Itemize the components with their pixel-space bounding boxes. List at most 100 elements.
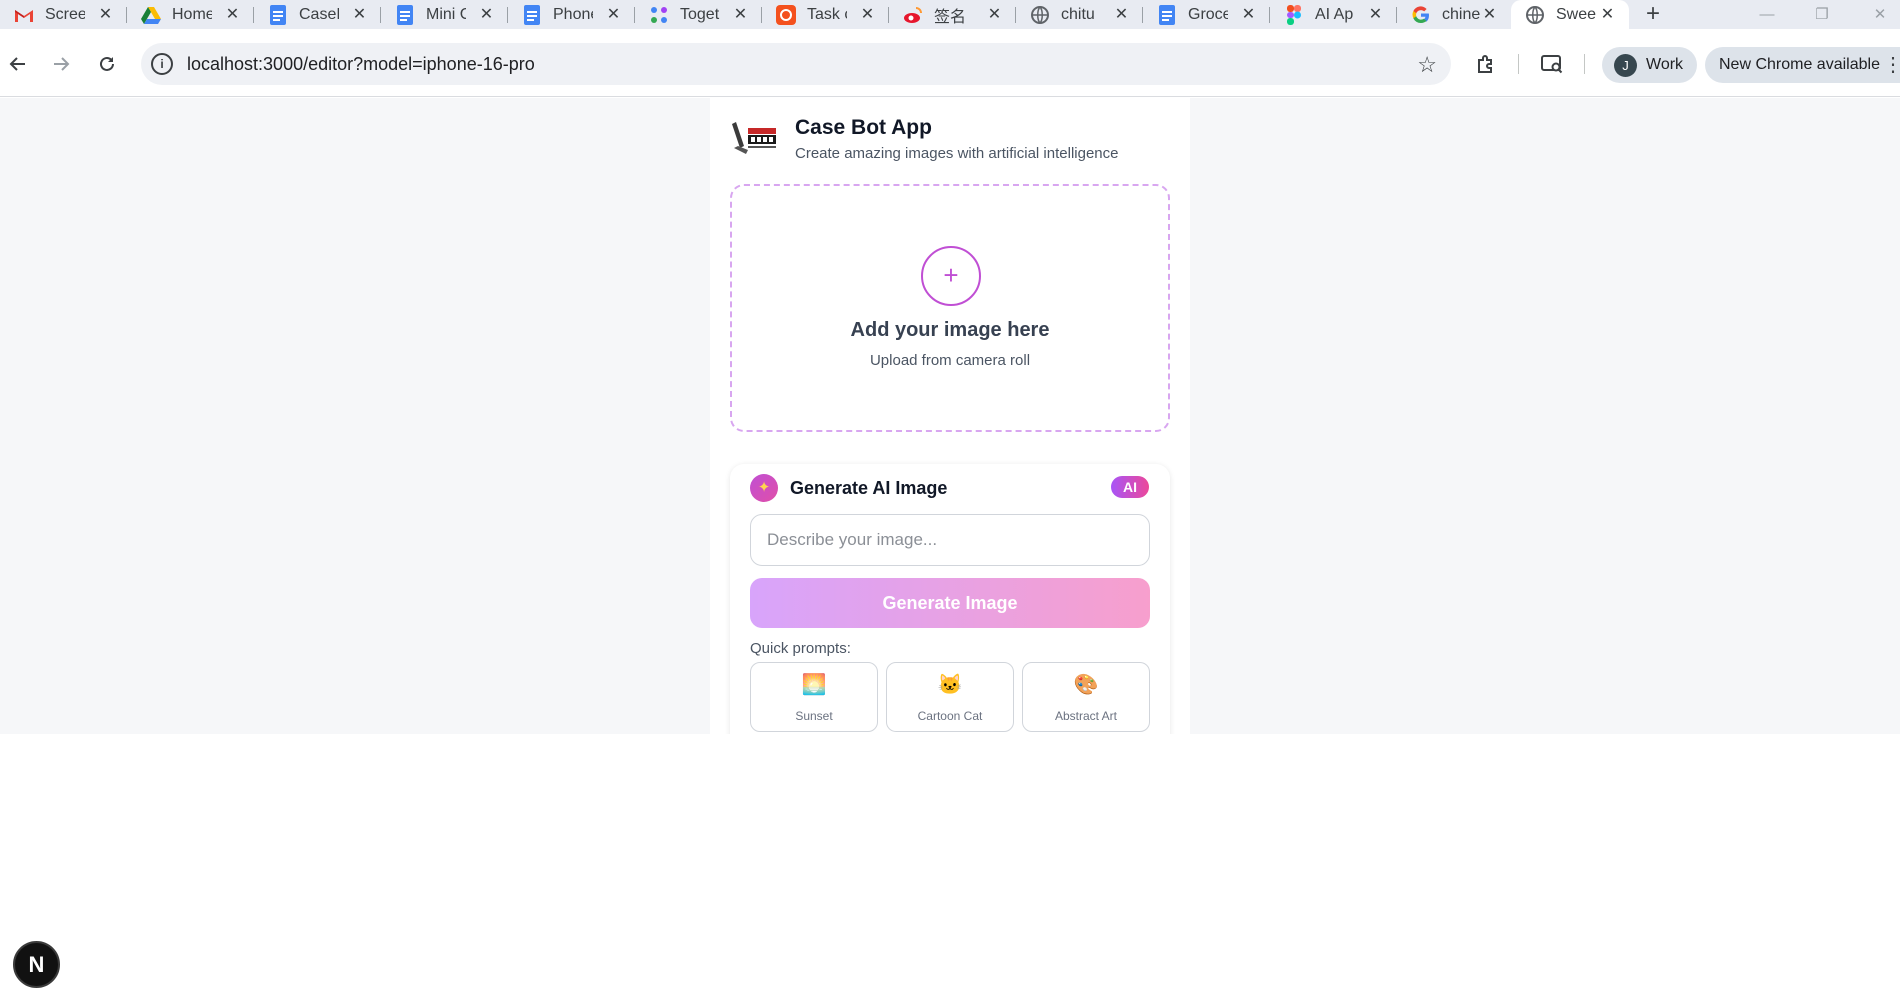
quick-prompt-sunset[interactable]: 🌅 Sunset bbox=[750, 662, 878, 732]
tab-close-icon[interactable]: ✕ bbox=[731, 5, 750, 24]
forward-arrow-icon bbox=[54, 57, 70, 71]
browser-tab-active[interactable]: Swee ✕ bbox=[1511, 0, 1629, 29]
restore-button[interactable]: ❐ bbox=[1802, 3, 1842, 27]
back-arrow-icon bbox=[9, 57, 25, 71]
more-menu-icon[interactable]: ⋮ bbox=[1883, 53, 1900, 77]
update-label: New Chrome available bbox=[1719, 56, 1880, 73]
tab-title: AI Ap bbox=[1315, 5, 1354, 23]
quick-prompt-cartoon-cat[interactable]: 🐱 Cartoon Cat bbox=[886, 662, 1014, 732]
profile-label: Work bbox=[1646, 56, 1684, 73]
toolbar-separator bbox=[1518, 54, 1519, 74]
robot-logo bbox=[730, 118, 778, 158]
url-text[interactable]: localhost:3000/editor?model=iphone-16-pr… bbox=[187, 54, 535, 75]
tab-close-icon[interactable]: ✕ bbox=[96, 5, 115, 24]
weibo-icon bbox=[903, 5, 923, 25]
avatar: J bbox=[1614, 54, 1637, 77]
google-docs-icon bbox=[268, 4, 288, 25]
google-icon bbox=[1411, 5, 1431, 25]
tab-title: Groce bbox=[1188, 5, 1228, 23]
ai-badge: AI bbox=[1111, 476, 1149, 498]
tab-close-icon[interactable]: ✕ bbox=[1366, 5, 1385, 24]
nextjs-dev-indicator[interactable]: N bbox=[13, 941, 60, 988]
chrome-update-button[interactable]: New Chrome available ⋮ bbox=[1705, 47, 1900, 83]
browser-tab[interactable]: Phone ✕ bbox=[508, 0, 635, 29]
upload-title: Add your image here bbox=[850, 319, 1050, 341]
google-docs-icon bbox=[1157, 4, 1177, 25]
prompt-input[interactable] bbox=[750, 514, 1150, 566]
browser-tab[interactable]: Groce ✕ bbox=[1143, 0, 1270, 29]
cat-icon: 🐱 bbox=[937, 674, 963, 696]
tab-title: Mini C bbox=[426, 5, 466, 23]
google-docs-icon bbox=[522, 4, 542, 25]
profile-button[interactable]: J Work bbox=[1602, 47, 1697, 83]
quick-prompt-abstract-art[interactable]: 🎨 Abstract Art bbox=[1022, 662, 1150, 732]
browser-tab[interactable]: Task c ✕ bbox=[762, 0, 889, 29]
globe-icon bbox=[1525, 5, 1545, 25]
tab-close-icon[interactable]: ✕ bbox=[1480, 5, 1499, 24]
tab-close-icon[interactable]: ✕ bbox=[1598, 5, 1617, 24]
bookmark-star-icon[interactable]: ☆ bbox=[1417, 52, 1437, 78]
quick-prompt-label: Abstract Art bbox=[1054, 709, 1118, 723]
tab-close-icon[interactable]: ✕ bbox=[985, 5, 1004, 24]
tab-close-icon[interactable]: ✕ bbox=[1239, 5, 1258, 24]
palette-icon: 🎨 bbox=[1073, 674, 1099, 696]
extensions-icon[interactable] bbox=[1472, 50, 1500, 78]
address-bar[interactable]: i localhost:3000/editor?model=iphone-16-… bbox=[141, 43, 1451, 85]
tab-close-icon[interactable]: ✕ bbox=[1112, 5, 1131, 24]
google-drive-icon bbox=[141, 5, 161, 25]
generate-ai-card: ✦ Generate AI Image AI Generate Image Qu… bbox=[730, 464, 1170, 734]
app-subtitle: Create amazing images with artificial in… bbox=[795, 145, 1119, 162]
toolbar-separator bbox=[1584, 54, 1585, 74]
orange-app-icon bbox=[776, 4, 796, 25]
tab-strip: Screen ✕ Home ✕ CaseBot ✕ Mini C ✕ Phone… bbox=[0, 0, 1900, 29]
upload-subtitle: Upload from camera roll bbox=[869, 352, 1031, 369]
browser-tab[interactable]: AI Ap ✕ bbox=[1270, 0, 1397, 29]
tab-title: Swee bbox=[1556, 5, 1596, 23]
gmail-icon bbox=[14, 5, 34, 25]
figma-icon bbox=[1284, 4, 1304, 25]
browser-toolbar: i localhost:3000/editor?model=iphone-16-… bbox=[0, 29, 1900, 97]
tab-title: Task c bbox=[807, 5, 847, 23]
forward-button[interactable] bbox=[46, 49, 76, 79]
browser-tab[interactable]: 签名 ✕ bbox=[889, 0, 1016, 29]
sunset-icon: 🌅 bbox=[801, 674, 827, 696]
tab-title: chine bbox=[1442, 5, 1481, 23]
page-viewport: Case Bot App Create amazing images with … bbox=[0, 98, 1900, 734]
blank-area bbox=[0, 734, 1900, 998]
generate-image-button[interactable]: Generate Image bbox=[750, 578, 1150, 628]
app-title: Case Bot App bbox=[795, 116, 932, 139]
sparkle-icon: ✦ bbox=[750, 474, 778, 502]
tab-title: chitu bbox=[1061, 5, 1095, 23]
google-docs-icon bbox=[395, 4, 415, 25]
tab-close-icon[interactable]: ✕ bbox=[858, 5, 877, 24]
browser-tab[interactable]: Home ✕ bbox=[127, 0, 254, 29]
quick-prompts-label: Quick prompts: bbox=[750, 640, 851, 657]
close-window-button[interactable]: ✕ bbox=[1860, 3, 1900, 27]
back-button[interactable] bbox=[3, 49, 33, 79]
site-info-icon[interactable]: i bbox=[151, 53, 173, 75]
new-tab-button[interactable]: + bbox=[1640, 2, 1666, 28]
quick-prompt-label: Sunset bbox=[795, 709, 833, 723]
cast-search-icon[interactable] bbox=[1538, 50, 1566, 78]
app-container: Case Bot App Create amazing images with … bbox=[710, 98, 1190, 734]
generate-title: Generate AI Image bbox=[790, 478, 948, 498]
browser-tab[interactable]: Together ✕ bbox=[635, 0, 762, 29]
browser-tab[interactable]: chine ✕ bbox=[1397, 0, 1511, 29]
minimize-button[interactable]: — bbox=[1747, 3, 1787, 27]
quick-prompt-label: Cartoon Cat bbox=[917, 709, 983, 723]
tab-close-icon[interactable]: ✕ bbox=[604, 5, 623, 24]
tab-close-icon[interactable]: ✕ bbox=[223, 5, 242, 24]
reload-button[interactable] bbox=[92, 49, 122, 79]
browser-tab[interactable]: Screen ✕ bbox=[0, 0, 127, 29]
image-upload-dropzone[interactable]: + Add your image here Upload from camera… bbox=[730, 184, 1170, 432]
plus-icon[interactable]: + bbox=[921, 246, 981, 306]
browser-tab[interactable]: CaseBot ✕ bbox=[254, 0, 381, 29]
globe-icon bbox=[1030, 5, 1050, 25]
tab-title: Home bbox=[172, 5, 212, 23]
browser-tab[interactable]: chitu ✕ bbox=[1016, 0, 1143, 29]
reload-icon bbox=[100, 56, 114, 71]
browser-tab[interactable]: Mini C ✕ bbox=[381, 0, 508, 29]
tab-close-icon[interactable]: ✕ bbox=[477, 5, 496, 24]
tab-title: 签名 bbox=[934, 8, 967, 26]
tab-close-icon[interactable]: ✕ bbox=[350, 5, 369, 24]
